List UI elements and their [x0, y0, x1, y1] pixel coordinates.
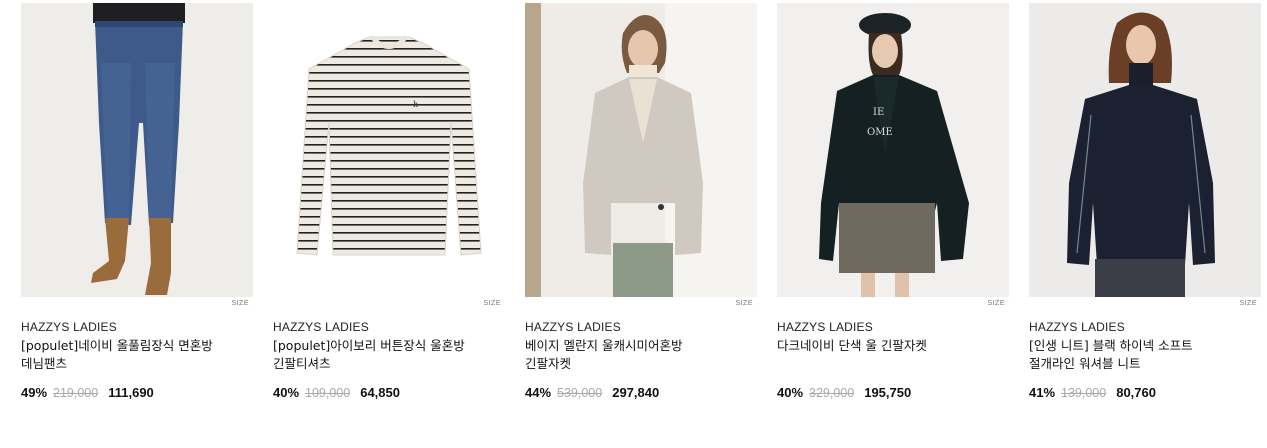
brand-name: HAZZYS LADIES	[525, 320, 621, 334]
product-name[interactable]: 다크네이비 단색 울 긴팔자켓	[777, 337, 982, 355]
size-label[interactable]: SIZE	[231, 300, 249, 307]
product-name[interactable]: [populet]네이비 올풀림장식 면혼방 데님팬츠	[21, 337, 226, 373]
sale-price: 64,850	[360, 385, 400, 400]
original-price: 109,000	[305, 386, 351, 400]
product-card[interactable]: SIZE HAZZYS LADIES 베이지 멜란지 울캐시미어혼방 긴팔자켓 …	[525, 3, 757, 400]
product-card[interactable]: SIZE HAZZYS LADIES [인생 니트] 블랙 하이넥 소프트 절개…	[1029, 3, 1261, 400]
discount-rate: 40%	[777, 385, 804, 400]
discount-rate: 49%	[21, 385, 48, 400]
svg-text:OME: OME	[867, 127, 893, 138]
brand-name: HAZZYS LADIES	[273, 320, 369, 334]
brand-name: HAZZYS LADIES	[777, 320, 873, 334]
brand-name: HAZZYS LADIES	[1029, 320, 1125, 334]
product-name[interactable]: [populet]아이보리 버튼장식 울혼방 긴팔티셔츠	[273, 337, 478, 373]
product-image[interactable]	[525, 3, 757, 297]
price-row: 44% 539,000 297,840	[525, 385, 659, 400]
discount-rate: 44%	[525, 385, 552, 400]
original-price: 219,000	[53, 386, 99, 400]
product-image[interactable]	[1029, 3, 1261, 297]
price-row: 49% 219,000 111,690	[21, 385, 154, 400]
size-label[interactable]: SIZE	[1239, 300, 1257, 307]
price-row: 40% 329,000 195,750	[777, 385, 911, 400]
product-name[interactable]: 베이지 멜란지 울캐시미어혼방 긴팔자켓	[525, 337, 730, 373]
product-card[interactable]: SIZE HAZZYS LADIES [populet]네이비 올풀림장식 면혼…	[21, 3, 253, 400]
original-price: 139,000	[1061, 386, 1107, 400]
price-row: 41% 139,000 80,760	[1029, 385, 1156, 400]
product-image[interactable]	[21, 3, 253, 297]
product-image[interactable]: h	[273, 3, 505, 297]
sale-price: 80,760	[1116, 385, 1156, 400]
size-label[interactable]: SIZE	[483, 300, 501, 307]
product-card[interactable]: IE OME SIZE HAZZYS LADIES 다크네이비 단색 울 긴팔자…	[777, 3, 1009, 400]
size-label[interactable]: SIZE	[987, 300, 1005, 307]
original-price: 329,000	[809, 386, 855, 400]
product-card[interactable]: h SIZE HAZZYS LADIES [populet]아이보리 버튼장식 …	[273, 3, 505, 400]
original-price: 539,000	[557, 386, 603, 400]
product-name[interactable]: [인생 니트] 블랙 하이넥 소프트 절개라인 워셔블 니트	[1029, 337, 1234, 373]
brand-name: HAZZYS LADIES	[21, 320, 117, 334]
size-label[interactable]: SIZE	[735, 300, 753, 307]
svg-text:IE: IE	[873, 107, 884, 118]
product-image[interactable]: IE OME	[777, 3, 1009, 297]
sale-price: 195,750	[864, 385, 912, 400]
discount-rate: 40%	[273, 385, 300, 400]
discount-rate: 41%	[1029, 385, 1056, 400]
price-row: 40% 109,000 64,850	[273, 385, 400, 400]
sale-price: 297,840	[612, 385, 660, 400]
svg-text:h: h	[413, 100, 418, 109]
sale-price: 111,690	[108, 385, 154, 400]
